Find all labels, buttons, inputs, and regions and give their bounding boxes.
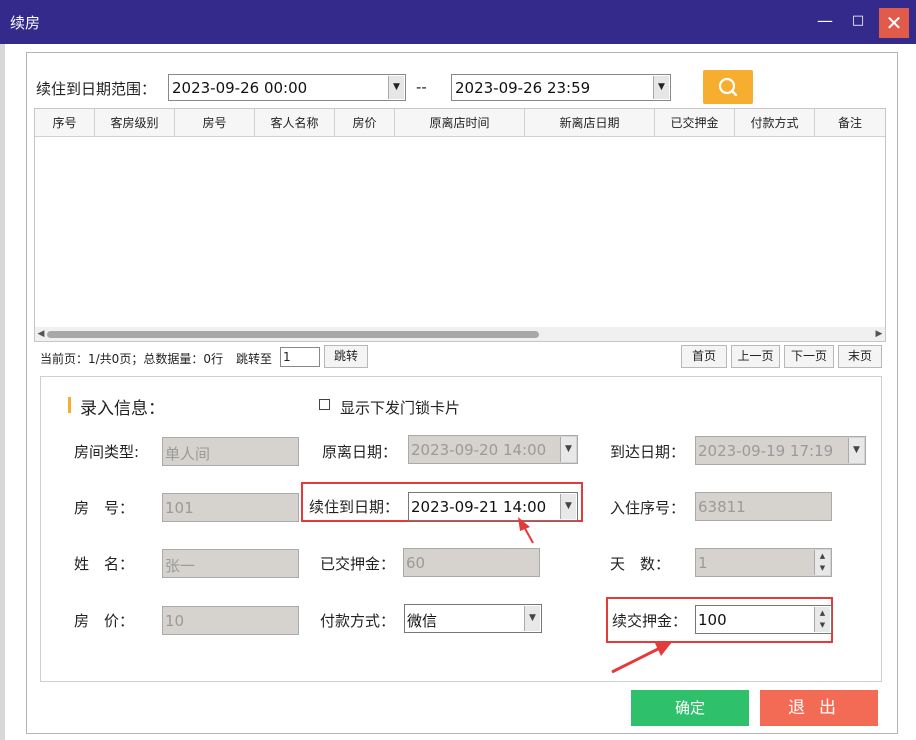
paid-deposit-label: 已交押金： bbox=[320, 555, 396, 573]
search-icon bbox=[718, 77, 738, 97]
table-header: 序号 客房级别 房号 客人名称 房价 原离店时间 新离店日期 已交押金 付款方式… bbox=[35, 109, 885, 137]
chevron-down-icon[interactable]: ▼ bbox=[653, 76, 669, 99]
arrive-value: 2023-09-19 17:19 bbox=[698, 442, 834, 460]
room-no-label: 房 号： bbox=[74, 499, 135, 517]
annotation-arrows bbox=[518, 517, 672, 674]
column-header[interactable]: 客人名称 bbox=[255, 109, 335, 137]
jump-button[interactable]: 跳转 bbox=[324, 345, 368, 368]
title-bar: 续房 — □ bbox=[0, 0, 916, 44]
column-header[interactable]: 原离店时间 bbox=[395, 109, 525, 137]
arrow-head bbox=[518, 517, 530, 531]
room-type-label: 房间类型: bbox=[74, 443, 140, 461]
chevron-down-icon: ▼ bbox=[848, 438, 864, 463]
arrow-line bbox=[611, 646, 661, 674]
date-to-value: 2023-09-26 23:59 bbox=[455, 79, 591, 97]
rooms-table[interactable]: 序号 客房级别 房号 客人名称 房价 原离店时间 新离店日期 已交押金 付款方式… bbox=[34, 108, 886, 342]
arrive-label: 到达日期： bbox=[610, 443, 686, 461]
days-stepper: ▲ ▼ bbox=[814, 550, 830, 575]
chevron-down-icon[interactable]: ▼ bbox=[815, 619, 830, 631]
checkin-no-field: 63811 bbox=[695, 492, 832, 521]
price-label: 房 价： bbox=[74, 612, 135, 630]
last-page-button[interactable]: 末页 bbox=[838, 345, 882, 368]
column-header[interactable]: 新离店日期 bbox=[525, 109, 655, 137]
scroll-left-icon[interactable]: ◀ bbox=[35, 327, 47, 341]
date-range-label: 续住到日期范围： bbox=[36, 80, 157, 98]
range-separator: -- bbox=[416, 78, 427, 96]
column-header[interactable]: 房号 bbox=[175, 109, 255, 137]
maximize-button[interactable]: □ bbox=[845, 8, 871, 34]
close-button[interactable]: ✕ bbox=[879, 8, 909, 38]
prev-page-button[interactable]: 上一页 bbox=[731, 345, 780, 368]
pay-method-value: 微信 bbox=[407, 612, 438, 630]
chevron-down-icon: ▼ bbox=[560, 437, 576, 462]
name-label: 姓 名： bbox=[74, 555, 135, 573]
date-from-value: 2023-09-26 00:00 bbox=[172, 79, 308, 97]
chevron-down-icon[interactable]: ▼ bbox=[388, 76, 404, 99]
scroll-right-icon[interactable]: ▶ bbox=[873, 327, 885, 341]
chevron-down-icon: ▼ bbox=[819, 564, 826, 572]
show-card-label[interactable]: 显示下发门锁卡片 bbox=[340, 397, 460, 418]
column-header[interactable]: 付款方式 bbox=[735, 109, 815, 137]
next-page-button[interactable]: 下一页 bbox=[784, 345, 834, 368]
extend-deposit-value: 100 bbox=[698, 611, 727, 629]
left-edge bbox=[0, 44, 5, 740]
days-field: 1 ▲ ▼ bbox=[695, 548, 832, 577]
show-card-checkbox[interactable] bbox=[319, 399, 330, 410]
confirm-button[interactable]: 确定 bbox=[631, 690, 749, 726]
extend-date-value: 2023-09-21 14:00 bbox=[411, 498, 547, 516]
section-marker bbox=[68, 397, 71, 413]
date-to-combo[interactable]: 2023-09-26 23:59 ▼ bbox=[451, 74, 671, 101]
column-header[interactable]: 房价 bbox=[335, 109, 395, 137]
column-header[interactable]: 备注 bbox=[815, 109, 885, 137]
window-title: 续房 bbox=[10, 14, 41, 32]
days-value: 1 bbox=[698, 554, 708, 572]
extend-date-label: 续住到日期： bbox=[309, 498, 400, 516]
page-jump-input[interactable]: 1 bbox=[280, 347, 320, 367]
section-title: 录入信息： bbox=[80, 399, 165, 419]
orig-leave-label: 原离日期： bbox=[322, 443, 398, 461]
page-info: 当前页：1/共0页；总数据量：0行 bbox=[40, 352, 223, 366]
scrollbar-thumb[interactable] bbox=[47, 331, 539, 338]
arrive-field: 2023-09-19 17:19 ▼ bbox=[695, 436, 866, 465]
chevron-up-icon: ▲ bbox=[819, 552, 826, 560]
room-type-field: 单人间 bbox=[162, 437, 299, 466]
deposit-stepper[interactable]: ▲ ▼ bbox=[814, 607, 830, 632]
extend-deposit-input[interactable]: 100 ▲ ▼ bbox=[695, 605, 832, 634]
column-header[interactable]: 客房级别 bbox=[95, 109, 175, 137]
exit-button[interactable]: 退出 bbox=[760, 690, 878, 726]
column-header[interactable]: 序号 bbox=[35, 109, 95, 137]
search-button[interactable] bbox=[703, 70, 753, 104]
minimize-button[interactable]: — bbox=[812, 8, 838, 34]
column-header[interactable]: 已交押金 bbox=[655, 109, 735, 137]
pay-method-label: 付款方式： bbox=[320, 612, 396, 630]
price-field: 10 bbox=[162, 606, 299, 635]
jump-label: 跳转至 bbox=[236, 352, 273, 366]
room-no-field: 101 bbox=[162, 493, 299, 522]
orig-leave-value: 2023-09-20 14:00 bbox=[411, 441, 547, 459]
chevron-up-icon[interactable]: ▲ bbox=[815, 607, 830, 619]
first-page-button[interactable]: 首页 bbox=[681, 345, 727, 368]
horizontal-scrollbar[interactable]: ◀ ▶ bbox=[35, 327, 885, 341]
orig-leave-field: 2023-09-20 14:00 ▼ bbox=[408, 435, 578, 464]
name-field: 张一 bbox=[162, 549, 299, 578]
date-from-combo[interactable]: 2023-09-26 00:00 ▼ bbox=[168, 74, 406, 101]
